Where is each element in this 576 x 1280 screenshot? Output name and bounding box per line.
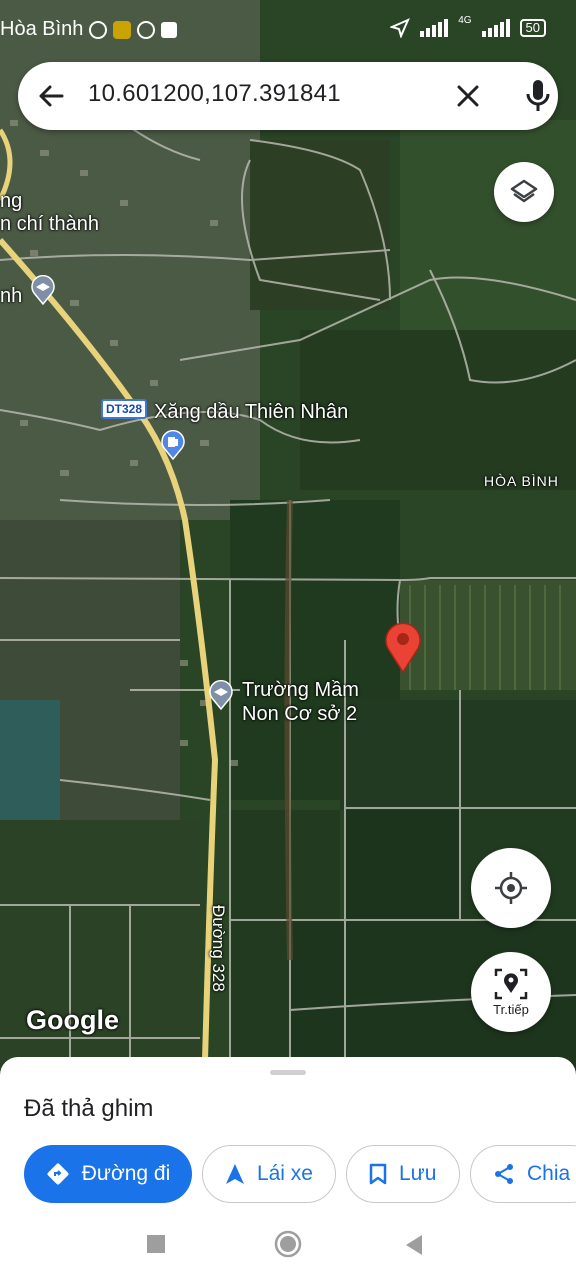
drive-button[interactable]: Lái xe	[202, 1145, 336, 1203]
map-label-partial-1: ng	[0, 190, 23, 212]
network-type: 4G	[458, 14, 472, 26]
back-triangle-icon[interactable]	[404, 1234, 424, 1256]
status-location-text: Hòa Bình	[0, 18, 84, 40]
map-label-partial-2: n chí thành	[0, 213, 99, 235]
kindergarten-poi-icon[interactable]	[208, 680, 234, 710]
system-navigation-bar	[0, 1220, 576, 1280]
search-bar[interactable]: 10.601200,107.391841	[18, 62, 558, 130]
clear-icon[interactable]	[450, 78, 486, 114]
home-circle-icon[interactable]	[274, 1230, 302, 1258]
map-label-gas-station[interactable]: Xăng dầu Thiên Nhân	[154, 401, 348, 424]
share-icon	[495, 1164, 513, 1184]
map-label-road-name: Đường 328	[209, 905, 228, 992]
map-label-area: HÒA BÌNH	[484, 473, 559, 489]
map-label-school-partial: nh	[0, 285, 23, 307]
drive-label: Lái xe	[256, 1162, 313, 1185]
directions-button[interactable]: Đường đi	[24, 1145, 192, 1203]
status-app-icon	[89, 20, 108, 39]
save-button[interactable]: Lưu	[346, 1145, 460, 1203]
search-query-text[interactable]: 10.601200,107.391841	[88, 80, 341, 108]
battery-icon: 50	[519, 19, 546, 37]
sheet-title: Đã thả ghim	[24, 1095, 154, 1122]
status-bar: Hòa Bình 4G 50	[0, 0, 576, 60]
navigation-arrow-icon	[225, 1164, 244, 1184]
messenger-icon	[137, 20, 156, 39]
signal-icon	[420, 19, 449, 37]
microphone-icon[interactable]	[520, 76, 556, 116]
scan-pin-icon	[494, 968, 528, 999]
bookmark-icon	[369, 1163, 387, 1185]
my-location-button[interactable]	[471, 848, 551, 928]
layers-button[interactable]	[494, 162, 554, 222]
share-button[interactable]: Chia	[470, 1145, 576, 1203]
gas-station-poi-icon[interactable]	[160, 430, 186, 460]
dropped-pin-icon[interactable]	[384, 620, 422, 674]
google-attribution: Google	[26, 1005, 119, 1035]
location-arrow-icon	[390, 18, 411, 38]
back-arrow-icon[interactable]	[34, 78, 70, 114]
crosshair-icon	[495, 872, 527, 904]
sheet-drag-handle[interactable]	[270, 1070, 306, 1075]
status-square-icon	[161, 21, 178, 38]
explore-nearby-button[interactable]: Tr.tiếp	[471, 952, 551, 1032]
place-bottom-sheet[interactable]: Đã thả ghim Đường đi Lái xe Lưu Chia	[0, 1057, 576, 1220]
recents-square-icon[interactable]	[146, 1234, 166, 1254]
action-chips: Đường đi Lái xe Lưu Chia	[24, 1145, 576, 1205]
save-label: Lưu	[399, 1162, 437, 1185]
layers-icon	[510, 179, 538, 203]
share-label: Chia	[527, 1162, 571, 1185]
directions-label: Đường đi	[81, 1162, 171, 1185]
school-poi-icon[interactable]	[30, 275, 56, 305]
status-notification-icon	[113, 20, 132, 39]
signal-icon-2	[481, 19, 510, 37]
map-label-kindergarten-line1[interactable]: Trường Mầm	[242, 679, 359, 702]
road-shield-dt328: DT328	[101, 399, 148, 419]
directions-icon	[47, 1163, 69, 1185]
explore-label: Tr.tiếp	[493, 1001, 529, 1017]
map-label-kindergarten-line2[interactable]: Non Cơ sở 2	[242, 703, 357, 726]
